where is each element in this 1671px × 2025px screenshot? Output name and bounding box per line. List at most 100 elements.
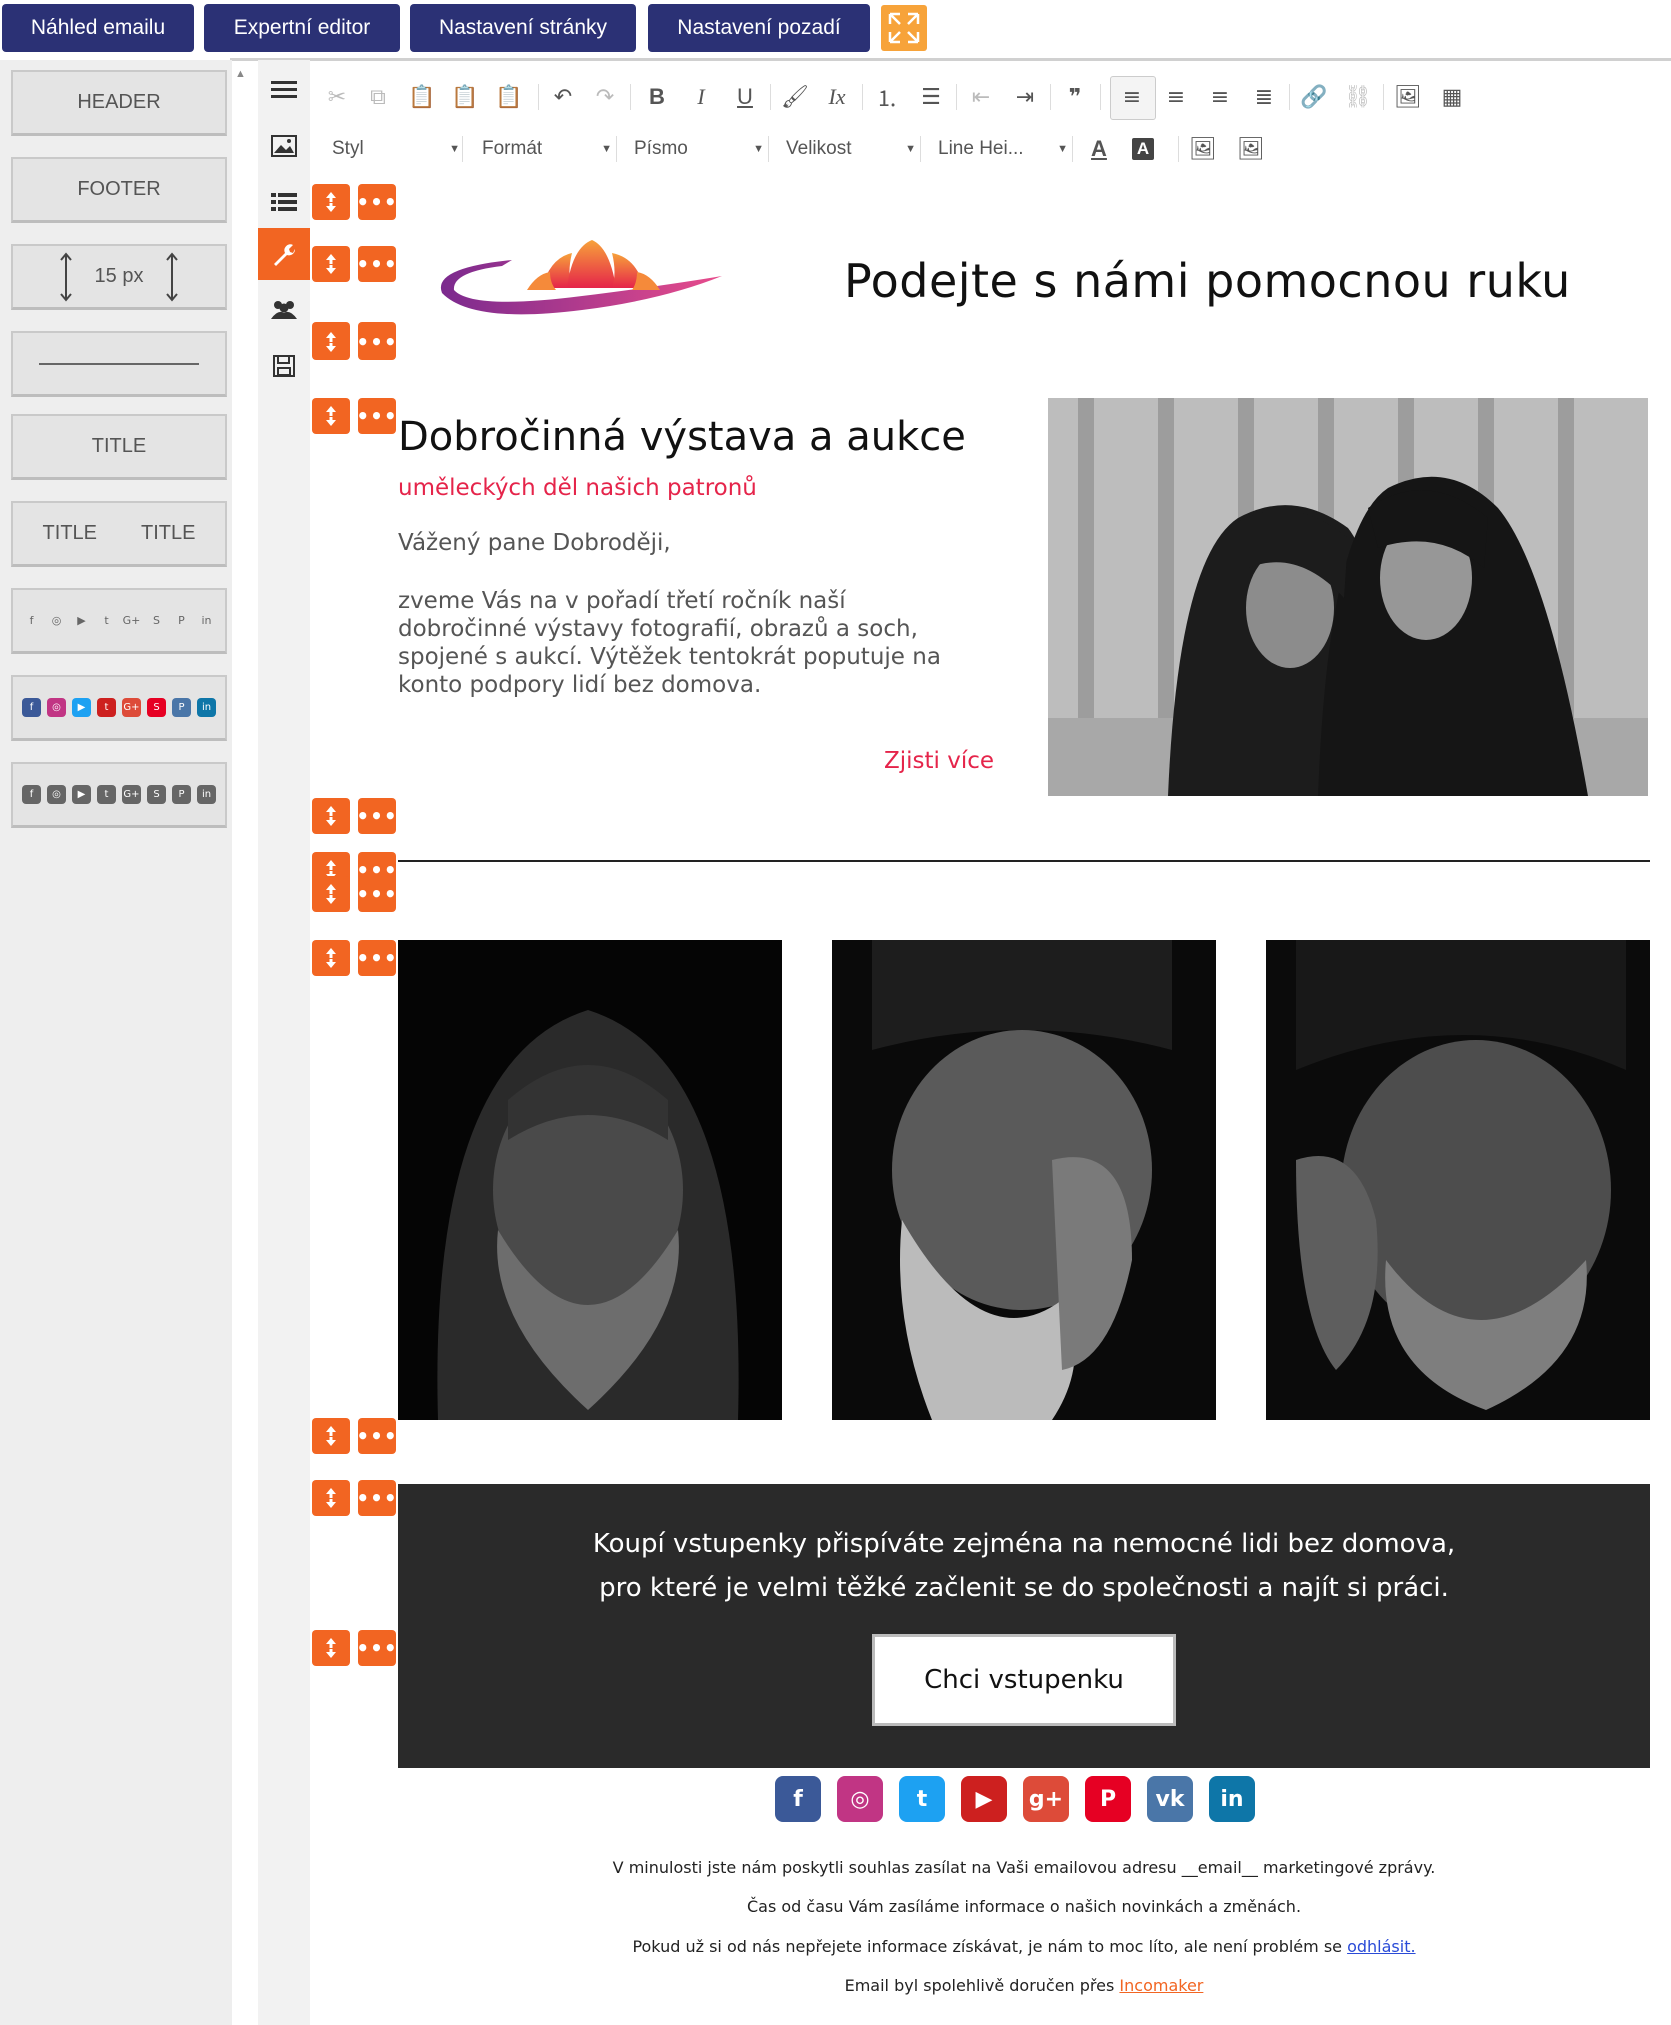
facebook-icon[interactable]: f bbox=[775, 1776, 821, 1822]
palette-footer-block[interactable]: FOOTER bbox=[11, 157, 227, 223]
indent-icon[interactable]: ⇥ bbox=[1010, 82, 1040, 112]
portrait-hooded-man[interactable] bbox=[398, 940, 782, 1420]
row-move-handle[interactable] bbox=[312, 398, 350, 434]
size-dropdown[interactable]: Velikost ▼ bbox=[782, 132, 926, 166]
linkedin-icon[interactable]: in bbox=[1209, 1776, 1255, 1822]
settings-wrench-button[interactable] bbox=[258, 228, 310, 280]
youtube-icon[interactable]: ▶ bbox=[961, 1776, 1007, 1822]
editor-toolbar: ✂ ⧉ 📋 📋 📋 ↶ ↷ B I U 🖌 Ix ⒈ ☰ ⇤ ⇥ ❞ ≡ ≡ ≡… bbox=[312, 62, 1671, 180]
palette-spacer-block[interactable]: 15 px bbox=[11, 244, 227, 310]
row-more-button[interactable]: ••• bbox=[356, 940, 397, 976]
cut-icon[interactable]: ✂ bbox=[322, 82, 352, 112]
row-move-handle[interactable] bbox=[312, 940, 350, 976]
justify-icon[interactable]: ≣ bbox=[1249, 82, 1279, 112]
palette-title-block[interactable]: TITLE bbox=[11, 414, 227, 480]
divider-line-icon bbox=[39, 362, 199, 365]
row-move-handle[interactable] bbox=[312, 324, 350, 360]
align-right-icon[interactable]: ≡ bbox=[1205, 82, 1235, 112]
italic-icon[interactable]: I bbox=[686, 82, 716, 112]
twitter-icon[interactable]: t bbox=[899, 1776, 945, 1822]
vk-icon[interactable]: vk bbox=[1147, 1776, 1193, 1822]
google-plus-icon[interactable]: g+ bbox=[1023, 1776, 1069, 1822]
row-move-handle[interactable] bbox=[312, 1480, 350, 1516]
email-preview-tab[interactable]: Náhled emailu bbox=[2, 4, 194, 52]
buy-ticket-button[interactable]: Chci vstupenku bbox=[872, 1634, 1176, 1726]
move-arrows-icon bbox=[326, 1426, 336, 1446]
paste-word-icon[interactable]: 📋 bbox=[494, 82, 524, 112]
row-more-button[interactable]: ••• bbox=[356, 184, 397, 220]
align-left-icon[interactable]: ≡ bbox=[1117, 82, 1147, 112]
background-color-icon[interactable]: A bbox=[1132, 138, 1154, 160]
background-settings-tab[interactable]: Nastavení pozadí bbox=[648, 4, 870, 52]
chevron-down-icon: ▼ bbox=[601, 143, 612, 155]
row-move-handle[interactable] bbox=[312, 184, 350, 220]
row-more-button[interactable]: ••• bbox=[356, 876, 397, 912]
recipients-button[interactable] bbox=[258, 284, 310, 336]
cta-line-1: Koupí vstupenky přispíváte zejména na ne… bbox=[592, 1529, 1456, 1559]
insert-image-icon[interactable]: 🖼 bbox=[1393, 82, 1423, 112]
undo-icon[interactable]: ↶ bbox=[548, 82, 578, 112]
row-move-handle[interactable] bbox=[312, 1418, 350, 1454]
paste-icon[interactable]: 📋 bbox=[407, 82, 437, 112]
row-more-button[interactable]: ••• bbox=[356, 1418, 397, 1454]
numbered-list-icon[interactable]: ⒈ bbox=[872, 82, 902, 112]
unsubscribe-link[interactable]: odhlásit. bbox=[1347, 1937, 1415, 1956]
images-button[interactable] bbox=[258, 120, 310, 172]
link-icon[interactable]: 🔗 bbox=[1299, 82, 1329, 112]
outdent-icon[interactable]: ⇤ bbox=[966, 82, 996, 112]
row-more-button[interactable]: ••• bbox=[356, 798, 397, 834]
fullscreen-button[interactable] bbox=[881, 5, 927, 51]
align-center-icon[interactable]: ≡ bbox=[1161, 82, 1191, 112]
row-more-button[interactable]: ••• bbox=[356, 324, 397, 360]
read-more-link[interactable]: Zjisti více bbox=[884, 748, 994, 774]
line-height-dropdown[interactable]: Line Hei... ▼ bbox=[934, 132, 1078, 166]
photo-two-women[interactable] bbox=[1048, 398, 1648, 796]
redo-icon[interactable]: ↷ bbox=[590, 82, 620, 112]
image-gallery-icon[interactable]: 🖼 bbox=[1188, 134, 1218, 164]
expert-editor-tab[interactable]: Expertní editor bbox=[204, 4, 400, 52]
incomaker-link[interactable]: Incomaker bbox=[1119, 1976, 1203, 1995]
unlink-icon[interactable]: ⛓ bbox=[1343, 82, 1373, 112]
pinterest-icon[interactable]: P bbox=[1085, 1776, 1131, 1822]
text-color-icon[interactable]: A bbox=[1084, 134, 1114, 164]
top-tab-bar: Náhled emailu Expertní editor Nastavení … bbox=[0, 0, 1671, 60]
cta-line-2: pro které je velmi těžké začlenit se do … bbox=[599, 1573, 1449, 1603]
palette-header-block[interactable]: HEADER bbox=[11, 70, 227, 136]
palette-social-color-block[interactable]: f ◎ ▶ t G+ S Pin bbox=[11, 675, 227, 741]
font-dropdown[interactable]: Písmo ▼ bbox=[630, 132, 774, 166]
row-more-button[interactable]: ••• bbox=[356, 1480, 397, 1516]
list-button[interactable] bbox=[258, 176, 310, 228]
table-icon[interactable]: ▦ bbox=[1437, 82, 1467, 112]
copy-icon[interactable]: ⧉ bbox=[363, 82, 393, 112]
blockquote-icon[interactable]: ❞ bbox=[1060, 82, 1090, 112]
save-button[interactable] bbox=[258, 340, 310, 392]
style-dropdown[interactable]: Styl ▼ bbox=[328, 132, 470, 166]
clear-format-icon[interactable]: Ix bbox=[822, 82, 852, 112]
row-move-handle[interactable] bbox=[312, 1630, 350, 1666]
row-more-button[interactable]: ••• bbox=[356, 398, 397, 434]
page-settings-tab[interactable]: Nastavení stránky bbox=[410, 4, 636, 52]
instagram-icon[interactable]: ◎ bbox=[837, 1776, 883, 1822]
row-more-button[interactable]: ••• bbox=[356, 246, 397, 282]
bullet-list-icon[interactable]: ☰ bbox=[916, 82, 946, 112]
scroll-up-arrow-icon[interactable]: ▲ bbox=[235, 68, 247, 80]
format-dropdown[interactable]: Formát ▼ bbox=[478, 132, 622, 166]
row-move-handle[interactable] bbox=[312, 798, 350, 834]
bold-icon[interactable]: B bbox=[642, 82, 672, 112]
palette-two-title-block[interactable]: TITLE TITLE bbox=[11, 501, 227, 567]
row-move-handle[interactable] bbox=[312, 246, 350, 282]
palette-social-light-block[interactable]: f ◎ ▶ t G+ S Pin bbox=[11, 588, 227, 654]
row-more-button[interactable]: ••• bbox=[356, 1630, 397, 1666]
row-move-handle[interactable] bbox=[312, 876, 350, 912]
palette-social-icon: t bbox=[97, 785, 116, 804]
paste-text-icon[interactable]: 📋 bbox=[450, 82, 480, 112]
portrait-man-beanie[interactable] bbox=[832, 940, 1216, 1420]
palette-social-dark-block[interactable]: f ◎ ▶ t G+ S Pin bbox=[11, 762, 227, 828]
portrait-smiling-man[interactable] bbox=[1266, 940, 1650, 1420]
underline-icon[interactable]: U bbox=[730, 82, 760, 112]
palette-divider-block[interactable] bbox=[11, 331, 227, 397]
blocks-menu-button[interactable] bbox=[258, 64, 310, 116]
image-icon bbox=[271, 135, 297, 157]
format-painter-icon[interactable]: 🖌 bbox=[780, 82, 810, 112]
image-edit-icon[interactable]: 🖼 bbox=[1236, 134, 1266, 164]
